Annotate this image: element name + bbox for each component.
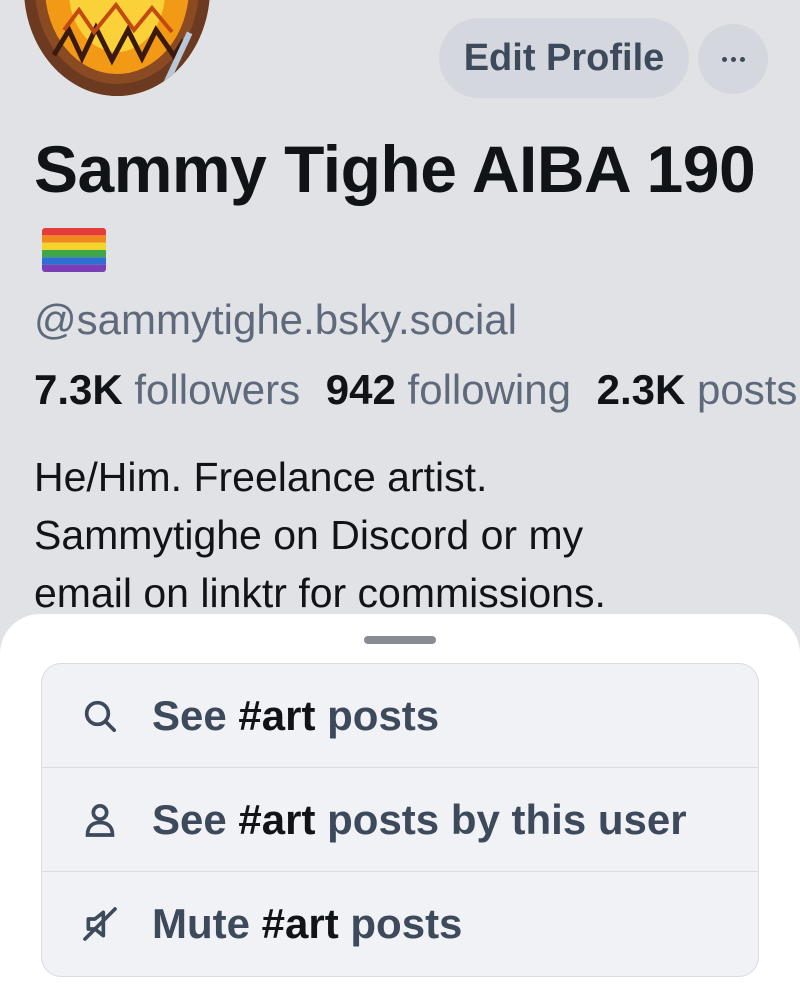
- avatar-image: [24, 0, 210, 96]
- profile-stats: 7.3K followers 942 following 2.3K posts: [34, 366, 797, 414]
- avatar[interactable]: [24, 0, 210, 96]
- search-icon: [78, 694, 122, 738]
- bio-line: He/Him. Freelance artist.: [34, 454, 488, 500]
- hashtag-text: #art: [238, 795, 316, 843]
- hashtag-text: #art: [261, 900, 339, 947]
- more-options-button[interactable]: [698, 24, 768, 94]
- see-tag-posts-by-user-item[interactable]: See #art posts by this user: [42, 768, 758, 872]
- followers-count: 7.3K: [34, 366, 123, 413]
- rainbow-flag-icon: [42, 228, 106, 272]
- posts-stat: 2.3K posts: [597, 366, 798, 413]
- hashtag-text: #art: [238, 691, 316, 739]
- bottom-sheet: See #art posts See #art posts by this us…: [0, 614, 800, 1000]
- posts-count: 2.3K: [596, 366, 686, 413]
- hashtag-menu: See #art posts See #art posts by this us…: [41, 663, 759, 977]
- menu-item-label: See #art posts by this user: [152, 795, 687, 843]
- following-stat[interactable]: 942 following: [326, 366, 571, 413]
- followers-label: followers: [134, 366, 301, 413]
- see-tag-posts-item[interactable]: See #art posts: [42, 664, 758, 768]
- bio-line: email on linktr for commissions.: [34, 570, 606, 616]
- profile-handle: @sammytighe.bsky.social: [34, 296, 517, 343]
- profile-bio: He/Him. Freelance artist. Sammytighe on …: [34, 448, 774, 622]
- menu-item-label: See #art posts: [152, 691, 440, 739]
- display-name: Sammy Tighe AIBA 190: [34, 130, 764, 286]
- mute-tag-posts-item[interactable]: Mute #art posts: [42, 872, 758, 976]
- person-icon: [78, 798, 122, 842]
- ellipsis-icon: [721, 56, 745, 62]
- followers-stat[interactable]: 7.3K followers: [34, 366, 300, 413]
- sheet-drag-handle[interactable]: [364, 636, 436, 644]
- edit-profile-button[interactable]: Edit Profile: [439, 18, 689, 98]
- posts-label: posts: [697, 366, 798, 413]
- mute-icon: [78, 902, 122, 946]
- display-name-text: Sammy Tighe AIBA 190: [34, 132, 756, 206]
- bio-line: Sammytighe on Discord or my: [34, 512, 584, 558]
- following-label: following: [407, 366, 571, 413]
- following-count: 942: [325, 366, 396, 413]
- menu-item-label: Mute #art posts: [152, 900, 463, 947]
